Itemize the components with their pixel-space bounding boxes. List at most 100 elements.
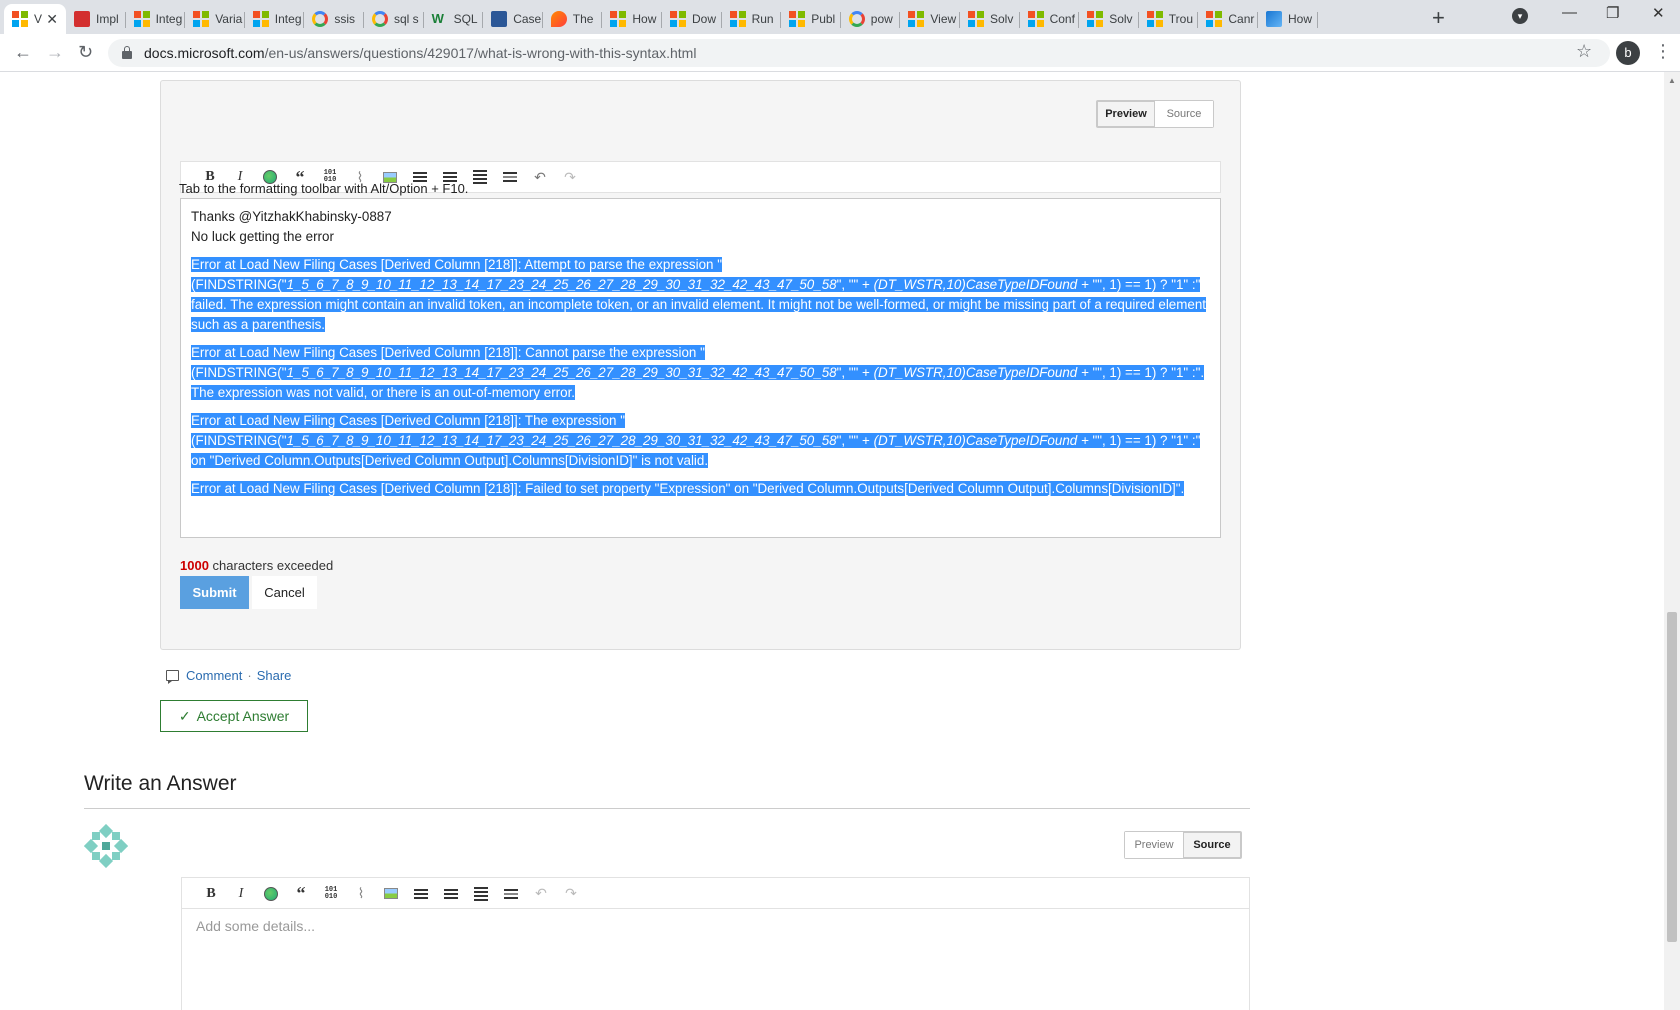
tab-favicon-icon: [968, 11, 984, 27]
horizontal-rule-icon[interactable]: [495, 165, 525, 189]
tab-favicon-icon: [1146, 11, 1163, 27]
tab-label: Impl: [96, 12, 119, 26]
tab-label: Dow: [692, 12, 717, 26]
browser-tab[interactable]: ssis: [304, 4, 364, 34]
tab-favicon-icon: [252, 11, 269, 27]
tab-favicon-icon: [789, 11, 806, 27]
align-icon[interactable]: [465, 165, 495, 189]
browser-tab[interactable]: Impl: [66, 4, 126, 34]
tab-label: Varia: [215, 12, 243, 26]
browser-tab[interactable]: Publ: [781, 4, 841, 34]
error-paragraph: Error at Load New Filing Cases [Derived …: [191, 345, 1205, 400]
browser-tab[interactable]: The: [543, 4, 603, 34]
browser-tab[interactable]: Canr: [1198, 4, 1258, 34]
comment-link[interactable]: Comment: [186, 668, 242, 683]
browser-tab[interactable]: Varia: [185, 4, 245, 34]
tab-favicon-icon: [372, 11, 388, 27]
menu-kebab-icon[interactable]: ⋮: [1654, 41, 1672, 62]
tab-favicon-icon: [550, 11, 567, 27]
browser-tab[interactable]: sql s: [364, 4, 424, 34]
tab-favicon-icon: [1087, 11, 1104, 27]
tab-favicon-icon: W: [431, 11, 444, 26]
reload-icon[interactable]: ↻: [78, 42, 93, 63]
browser-tab[interactable]: Integ: [245, 4, 305, 34]
browser-tab[interactable]: Integ: [126, 4, 186, 34]
browser-toolbar: ← → ↻ docs.microsoft.com/en-us/answers/q…: [0, 34, 1680, 72]
image-icon[interactable]: [376, 882, 406, 906]
forward-icon[interactable]: →: [46, 42, 64, 63]
code-icon[interactable]: 101 010: [316, 882, 346, 906]
tab-favicon-icon: [74, 11, 90, 27]
preview-toggle-button[interactable]: Preview: [1097, 101, 1155, 127]
horizontal-rule-icon[interactable]: [496, 882, 526, 906]
attachment-icon[interactable]: ⌇: [346, 882, 376, 906]
tab-favicon-icon: [133, 11, 150, 27]
address-bar[interactable]: docs.microsoft.com/en-us/answers/questio…: [108, 39, 1610, 67]
browser-tab[interactable]: View: [900, 4, 960, 34]
tab-label: Run: [751, 12, 774, 26]
browser-tab[interactable]: Dow: [662, 4, 722, 34]
tab-label: Solv: [1109, 12, 1133, 26]
italic-icon[interactable]: I: [226, 882, 256, 906]
browser-tab[interactable]: Trou: [1139, 4, 1199, 34]
answer-input[interactable]: Add some details...: [181, 908, 1250, 1010]
write-answer-heading: Write an Answer: [84, 772, 237, 795]
tab-label: Case: [513, 12, 542, 26]
browser-tab[interactable]: W SQL: [424, 4, 484, 34]
share-link[interactable]: Share: [257, 668, 292, 683]
comment-editor[interactable]: Thanks @YitzhakKhabinsky-0887 No luck ge…: [180, 198, 1221, 538]
tab-label: How: [632, 12, 657, 26]
undo-icon[interactable]: ↶: [525, 165, 555, 189]
back-icon[interactable]: ←: [14, 42, 32, 63]
browser-tab[interactable]: pow: [841, 4, 901, 34]
cancel-button[interactable]: Cancel: [252, 576, 317, 609]
scroll-up-icon[interactable]: ▲: [1668, 76, 1676, 85]
new-tab-button[interactable]: +: [1432, 5, 1445, 31]
tab-favicon-icon: [12, 11, 28, 27]
page-scrollbar[interactable]: ▲: [1664, 72, 1680, 1010]
tab-label: ssis: [334, 12, 356, 26]
bookmark-star-icon[interactable]: ☆: [1576, 41, 1592, 62]
browser-tab[interactable]: How: [1258, 4, 1318, 34]
tab-label: Integ: [155, 12, 183, 26]
bold-icon[interactable]: B: [196, 882, 226, 906]
tab-favicon-icon: [848, 11, 865, 27]
tab-search-icon[interactable]: ▾: [1512, 8, 1528, 24]
quote-icon[interactable]: “: [286, 882, 316, 906]
browser-tab[interactable]: Case: [483, 4, 543, 34]
tab-label: Solv: [990, 12, 1014, 26]
browser-tab[interactable]: Conf: [1020, 4, 1080, 34]
separator: ·: [247, 668, 252, 683]
source-toggle-button[interactable]: Source: [1155, 101, 1213, 127]
numbered-list-icon[interactable]: [406, 882, 436, 906]
browser-tab[interactable]: V ✕: [4, 4, 66, 34]
redo-icon[interactable]: ↷: [556, 882, 586, 906]
undo-icon[interactable]: ↶: [526, 882, 556, 906]
error-paragraph: Error at Load New Filing Cases [Derived …: [191, 257, 1207, 332]
submit-button[interactable]: Submit: [180, 576, 249, 609]
tab-label: sql s: [394, 12, 419, 26]
browser-tab[interactable]: How: [602, 4, 662, 34]
align-icon[interactable]: [466, 882, 496, 906]
char-count-warning: 1000 characters exceeded: [180, 558, 334, 573]
link-globe-icon[interactable]: [256, 882, 286, 906]
browser-tab[interactable]: Solv: [960, 4, 1020, 34]
answer-preview-button[interactable]: Preview: [1125, 832, 1183, 858]
redo-icon[interactable]: ↷: [555, 165, 585, 189]
scroll-thumb[interactable]: [1667, 612, 1677, 942]
edit-view-toggle: Preview Source: [1096, 100, 1214, 128]
close-window-icon[interactable]: ✕: [1652, 4, 1665, 22]
profile-avatar[interactable]: b: [1616, 41, 1640, 65]
restore-icon[interactable]: ❐: [1606, 4, 1619, 22]
browser-tab[interactable]: Solv: [1079, 4, 1139, 34]
tab-label: pow: [870, 12, 893, 26]
accept-answer-button[interactable]: ✓ Accept Answer: [160, 700, 308, 732]
tab-favicon-icon: [610, 11, 627, 27]
bullet-list-icon[interactable]: [436, 882, 466, 906]
minimize-icon[interactable]: —: [1562, 4, 1577, 21]
error-paragraph: Error at Load New Filing Cases [Derived …: [191, 413, 1201, 468]
browser-tab[interactable]: Run: [722, 4, 782, 34]
tab-favicon-icon: [670, 11, 686, 27]
tab-close-icon[interactable]: ✕: [46, 11, 58, 28]
answer-source-button[interactable]: Source: [1183, 832, 1241, 858]
